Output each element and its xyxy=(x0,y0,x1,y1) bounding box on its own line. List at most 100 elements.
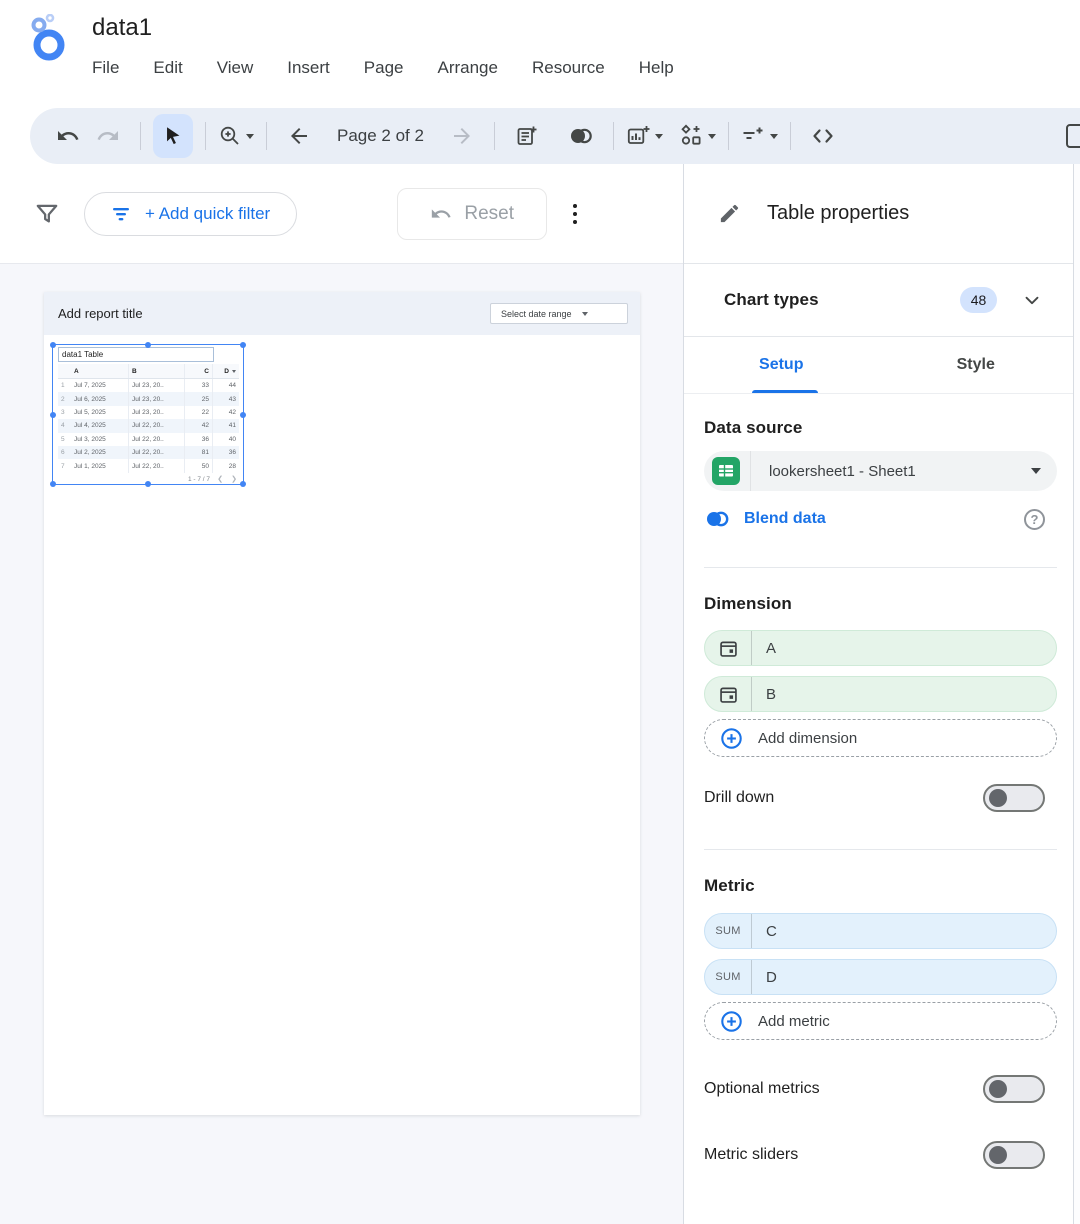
add-chart-button[interactable] xyxy=(626,124,663,148)
code-embed-icon xyxy=(810,124,836,148)
add-dimension-label: Add dimension xyxy=(758,730,857,747)
drill-down-toggle[interactable] xyxy=(983,784,1045,812)
selected-table-chart[interactable]: data1 Table A B C D 1 Jul 7, 2025 xyxy=(52,344,244,485)
menu-help[interactable]: Help xyxy=(639,58,674,78)
quick-filter-bar: + Add quick filter Reset xyxy=(0,164,683,264)
add-metric-label: Add metric xyxy=(758,1013,830,1030)
help-icon[interactable]: ? xyxy=(1024,509,1045,530)
pagination-next-icon[interactable]: ❯ xyxy=(231,475,237,483)
report-page[interactable]: Add report title Select date range data1… xyxy=(44,292,640,1115)
menu-bar: File Edit View Insert Page Arrange Resou… xyxy=(92,58,674,78)
table-row: 7 Jul 1, 2025 Jul 22, 20.. 50 28 xyxy=(58,459,239,472)
app-header: data1 File Edit View Insert Page Arrange… xyxy=(0,0,1080,104)
collapsed-data-panel-edge[interactable] xyxy=(1073,164,1080,1224)
add-chart-caret-icon xyxy=(655,134,663,139)
page-indicator[interactable]: Page 2 of 2 xyxy=(329,126,432,146)
tab-setup[interactable]: Setup xyxy=(684,337,879,393)
chart-types-count-badge: 48 xyxy=(960,287,997,313)
table-row: 4 Jul 4, 2025 Jul 22, 20.. 42 41 xyxy=(58,419,239,432)
toolbar-divider xyxy=(790,122,791,150)
add-metric-button[interactable]: Add metric xyxy=(704,1002,1057,1040)
table-title-field[interactable]: data1 Table xyxy=(58,347,214,362)
table-row: 2 Jul 6, 2025 Jul 23, 20.. 25 43 xyxy=(58,392,239,405)
data-source-name: lookersheet1 - Sheet1 xyxy=(769,463,916,480)
menu-page[interactable]: Page xyxy=(364,58,404,78)
image-icon[interactable] xyxy=(1066,124,1080,148)
add-control-caret-icon xyxy=(708,134,716,139)
column-header-d[interactable]: D xyxy=(213,364,239,378)
column-header-a[interactable]: A xyxy=(71,364,129,378)
blend-data-button[interactable] xyxy=(561,114,601,158)
toolbar-divider xyxy=(728,122,729,150)
reset-button[interactable]: Reset xyxy=(397,188,547,240)
workspace: + Add quick filter Reset Add report titl… xyxy=(0,164,683,1224)
add-filter-icon xyxy=(741,124,766,148)
menu-insert[interactable]: Insert xyxy=(287,58,330,78)
dimension-chip-b[interactable]: B xyxy=(704,676,1057,712)
add-page-button[interactable] xyxy=(507,114,547,158)
blend-data-link[interactable]: Blend data xyxy=(744,510,826,528)
tab-style[interactable]: Style xyxy=(879,337,1074,393)
report-title-placeholder[interactable]: Add report title xyxy=(58,306,143,321)
next-page-button[interactable] xyxy=(442,114,482,158)
add-quick-filter-button[interactable]: + Add quick filter xyxy=(84,192,297,236)
report-canvas[interactable]: Add report title Select date range data1… xyxy=(0,264,683,1224)
resize-handle-e[interactable] xyxy=(240,412,246,418)
reset-undo-icon xyxy=(430,203,452,225)
resize-handle-w[interactable] xyxy=(50,412,56,418)
select-tool-button[interactable] xyxy=(153,114,193,158)
resize-handle-s[interactable] xyxy=(145,481,151,487)
redo-button[interactable] xyxy=(88,114,128,158)
add-quick-filter-label: + Add quick filter xyxy=(145,204,270,224)
metric-chip-d[interactable]: SUM D xyxy=(704,959,1057,995)
add-filter-button[interactable] xyxy=(741,124,778,148)
pagination-prev-icon[interactable]: ❮ xyxy=(217,475,223,483)
chart-types-row[interactable]: Chart types 48 xyxy=(684,264,1073,337)
dimension-chip-a[interactable]: A xyxy=(704,630,1057,666)
looker-studio-logo-icon[interactable] xyxy=(26,14,68,62)
table-header-row: A B C D xyxy=(58,364,239,379)
column-header-c[interactable]: C xyxy=(185,364,213,378)
pencil-icon xyxy=(718,202,741,225)
metric-chip-c[interactable]: SUM C xyxy=(704,913,1057,949)
filter-funnel-icon[interactable] xyxy=(34,201,60,227)
add-chart-icon xyxy=(626,124,651,148)
resize-handle-n[interactable] xyxy=(145,342,151,348)
data-source-select[interactable]: lookersheet1 - Sheet1 xyxy=(704,451,1057,491)
metric-sliders-toggle[interactable] xyxy=(983,1141,1045,1169)
embed-report-button[interactable] xyxy=(803,114,843,158)
menu-file[interactable]: File xyxy=(92,58,119,78)
pagination-label: 1 - 7 / 7 xyxy=(185,473,213,486)
column-header-b[interactable]: B xyxy=(129,364,185,378)
filter-list-icon xyxy=(111,204,132,224)
arrow-right-icon xyxy=(450,124,474,148)
menu-view[interactable]: View xyxy=(217,58,254,78)
previous-page-button[interactable] xyxy=(279,114,319,158)
add-control-icon xyxy=(679,124,704,148)
metric-label: Metric xyxy=(704,876,1057,896)
blend-data-icon xyxy=(704,508,731,530)
menu-edit[interactable]: Edit xyxy=(153,58,182,78)
active-tab-indicator xyxy=(752,390,818,393)
resize-handle-nw[interactable] xyxy=(50,342,56,348)
optional-metrics-toggle[interactable] xyxy=(983,1075,1045,1103)
date-range-caret-icon xyxy=(582,312,588,316)
resize-handle-ne[interactable] xyxy=(240,342,246,348)
source-divider xyxy=(750,451,751,491)
source-dropdown-caret-icon xyxy=(1031,468,1041,474)
chevron-down-icon[interactable] xyxy=(1021,289,1043,311)
zoom-control[interactable] xyxy=(218,124,254,148)
data-table[interactable]: A B C D 1 Jul 7, 2025 Jul 23, 20.. 33 44 xyxy=(58,364,239,481)
more-options-button[interactable] xyxy=(573,204,577,224)
resize-handle-sw[interactable] xyxy=(50,481,56,487)
resize-handle-se[interactable] xyxy=(240,481,246,487)
report-title[interactable]: data1 xyxy=(92,14,152,42)
drill-down-label: Drill down xyxy=(704,789,774,807)
menu-arrange[interactable]: Arrange xyxy=(437,58,497,78)
add-dimension-button[interactable]: Add dimension xyxy=(704,719,1057,757)
menu-resource[interactable]: Resource xyxy=(532,58,605,78)
undo-button[interactable] xyxy=(48,114,88,158)
add-control-button[interactable] xyxy=(679,124,716,148)
optional-metrics-label: Optional metrics xyxy=(704,1080,820,1098)
date-range-control[interactable]: Select date range xyxy=(490,303,628,324)
